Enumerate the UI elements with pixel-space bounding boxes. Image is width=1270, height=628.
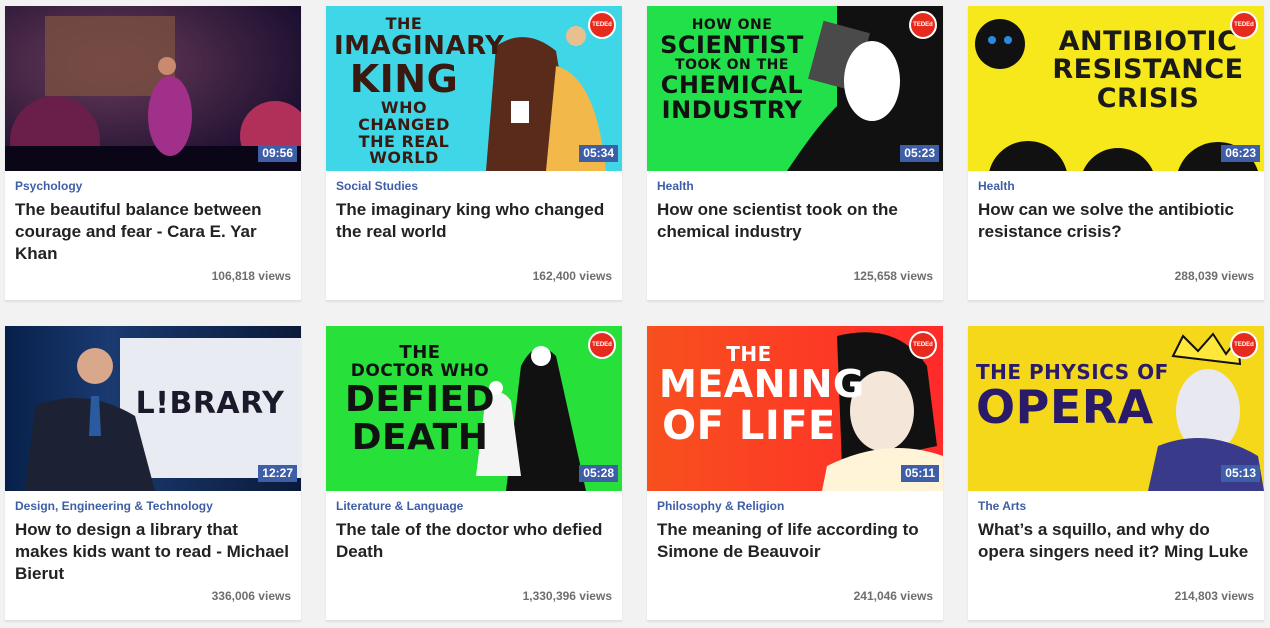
thumbnail-title: THE PHYSICS OF OPERA — [976, 362, 1176, 434]
video-title[interactable]: How to design a library that makes kids … — [15, 519, 295, 585]
thumbnail-line: ANTIBIOTIC — [1058, 26, 1238, 57]
duration-badge: 05:28 — [579, 465, 618, 482]
video-thumbnail[interactable]: THE DOCTOR WHO DEFIED DEATH TEDEd 05:28 — [326, 326, 622, 491]
video-title[interactable]: What’s a squillo, and why do opera singe… — [978, 519, 1258, 563]
video-card[interactable]: THE PHYSICS OF OPERA TEDEd 05:13 The Art… — [968, 326, 1264, 621]
thumbnail-title: THE MEANING OF LIFE — [659, 344, 865, 449]
thumbnail-line: OPERA — [976, 380, 1154, 434]
thumbnail-line: CRISIS — [1096, 82, 1200, 114]
category-link[interactable]: Psychology — [15, 179, 82, 193]
thumbnail-line: DEFIED — [345, 378, 495, 420]
thumbnail-line: CHEMICAL — [660, 70, 804, 99]
video-card[interactable]: ANTIBIOTIC RESISTANCE CRISIS TEDEd 06:23… — [968, 6, 1264, 301]
view-count: 125,658 views — [853, 269, 933, 283]
video-grid: 09:56 Psychology The beautiful balance b… — [5, 6, 1264, 621]
video-thumbnail[interactable]: THE IMAGINARY KING WHO CHANGED THE REAL … — [326, 6, 622, 171]
view-count: 162,400 views — [532, 269, 612, 283]
duration-badge: 06:23 — [1221, 145, 1260, 162]
video-title[interactable]: How can we solve the antibiotic resistan… — [978, 199, 1258, 243]
thumbnail-line: WHO CHANGED — [358, 97, 450, 134]
category-link[interactable]: Health — [657, 179, 694, 193]
view-count: 241,046 views — [853, 589, 933, 603]
thumbnail-title: THE IMAGINARY KING WHO CHANGED THE REAL … — [334, 15, 505, 168]
view-count: 106,818 views — [211, 269, 291, 283]
view-count: 1,330,396 views — [522, 589, 612, 603]
thumbnail-title: THE DOCTOR WHO DEFIED DEATH — [340, 343, 500, 458]
video-title[interactable]: The tale of the doctor who defied Death — [336, 519, 616, 563]
duration-badge: 12:27 — [258, 465, 297, 482]
category-link[interactable]: Literature & Language — [336, 499, 463, 513]
video-thumbnail[interactable]: L!BRARY 12:27 — [5, 326, 301, 491]
ted-ed-logo: TEDEd — [909, 11, 937, 39]
view-count: 214,803 views — [1174, 589, 1254, 603]
thumbnail-line: RESISTANCE — [1052, 54, 1244, 86]
thumbnail-line: IMAGINARY — [334, 30, 505, 61]
view-count: 288,039 views — [1174, 269, 1254, 283]
video-thumbnail[interactable]: THE MEANING OF LIFE TEDEd 05:11 — [647, 326, 943, 491]
thumbnail-line: THE REAL WORLD — [358, 131, 450, 168]
video-card[interactable]: THE IMAGINARY KING WHO CHANGED THE REAL … — [326, 6, 622, 301]
duration-badge: 05:23 — [900, 145, 939, 162]
video-card[interactable]: L!BRARY 12:27 Design, Engineering & Tech… — [5, 326, 301, 621]
video-card[interactable]: 09:56 Psychology The beautiful balance b… — [5, 6, 301, 301]
thumbnail-title: ANTIBIOTIC RESISTANCE CRISIS — [1038, 26, 1258, 114]
video-title[interactable]: The imaginary king who changed the real … — [336, 199, 616, 243]
thumbnail-line: L!BRARY — [135, 386, 285, 421]
thumbnail-line: OF LIFE — [662, 402, 836, 449]
category-link[interactable]: Philosophy & Religion — [657, 499, 784, 513]
video-title[interactable]: The beautiful balance between courage an… — [15, 199, 295, 265]
category-link[interactable]: Social Studies — [336, 179, 418, 193]
thumbnail-title: L!BRARY — [135, 388, 285, 420]
video-thumbnail[interactable]: ANTIBIOTIC RESISTANCE CRISIS TEDEd 06:23 — [968, 6, 1264, 171]
duration-badge: 05:13 — [1221, 465, 1260, 482]
category-link[interactable]: Health — [978, 179, 1015, 193]
duration-badge: 05:34 — [579, 145, 618, 162]
ted-ed-logo: TEDEd — [1230, 331, 1258, 359]
thumbnail-line: DEATH — [351, 416, 489, 458]
duration-badge: 09:56 — [258, 145, 297, 162]
video-thumbnail[interactable]: 09:56 — [5, 6, 301, 171]
ted-ed-logo: TEDEd — [1230, 11, 1258, 39]
view-count: 336,006 views — [211, 589, 291, 603]
ted-ed-logo: TEDEd — [588, 331, 616, 359]
thumbnail-line: SCIENTIST — [660, 30, 804, 59]
video-title[interactable]: How one scientist took on the chemical i… — [657, 199, 937, 243]
duration-badge: 05:11 — [900, 465, 939, 482]
video-card[interactable]: THE DOCTOR WHO DEFIED DEATH TEDEd 05:28 … — [326, 326, 622, 621]
category-link[interactable]: Design, Engineering & Technology — [15, 499, 213, 513]
thumbnail-image — [5, 6, 301, 171]
video-card[interactable]: HOW ONE SCIENTIST TOOK ON THE CHEMICAL I… — [647, 6, 943, 301]
thumbnail-title: HOW ONE SCIENTIST TOOK ON THE CHEMICAL I… — [657, 18, 807, 123]
thumbnail-line: INDUSTRY — [661, 95, 803, 124]
ted-ed-logo: TEDEd — [909, 331, 937, 359]
category-link[interactable]: The Arts — [978, 499, 1026, 513]
video-thumbnail[interactable]: HOW ONE SCIENTIST TOOK ON THE CHEMICAL I… — [647, 6, 943, 171]
video-thumbnail[interactable]: THE PHYSICS OF OPERA TEDEd 05:13 — [968, 326, 1264, 491]
ted-ed-logo: TEDEd — [588, 11, 616, 39]
video-card[interactable]: THE MEANING OF LIFE TEDEd 05:11 Philosop… — [647, 326, 943, 621]
thumbnail-line: KING — [349, 57, 459, 102]
video-title[interactable]: The meaning of life according to Simone … — [657, 519, 937, 563]
thumbnail-line: MEANING — [659, 362, 865, 406]
